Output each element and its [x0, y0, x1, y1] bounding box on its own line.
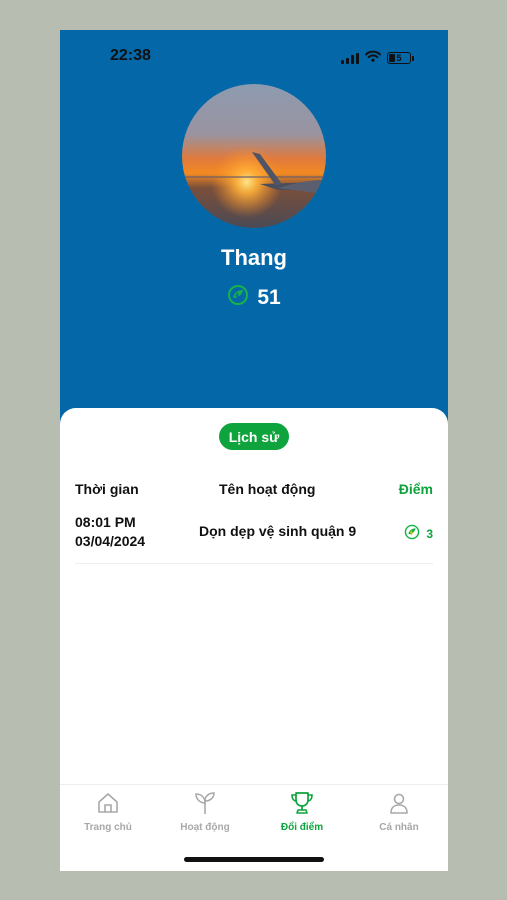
phone-screen: 22:38 5 Thang 51 Lịch sử Thời gian Tên h…	[60, 30, 448, 871]
column-header-points: Điểm	[398, 481, 433, 497]
points-value: 51	[257, 286, 281, 309]
home-indicator	[184, 857, 324, 862]
history-table-header: Thời gian Tên hoạt động Điểm	[75, 481, 433, 501]
row-time: 08:01 PM	[75, 514, 136, 530]
home-icon	[95, 790, 121, 819]
tab-redeem-points[interactable]: Đổi điểm	[262, 790, 342, 833]
points-balance: 51	[60, 284, 448, 312]
history-sheet: Lịch sử Thời gian Tên hoạt động Điểm 08:…	[60, 408, 448, 871]
status-icons: 5	[341, 49, 414, 67]
status-bar: 22:38 5	[60, 30, 448, 80]
bottom-tab-bar: Trang chủ Hoạt động Đổi điểm Cá nhân	[60, 784, 448, 844]
status-time: 22:38	[110, 47, 151, 64]
battery-icon: 5	[387, 52, 414, 64]
column-header-time: Thời gian	[75, 481, 139, 497]
profile-header: 22:38 5 Thang 51	[60, 30, 448, 430]
history-tab-button[interactable]: Lịch sử	[219, 423, 289, 450]
battery-level: 5	[396, 53, 402, 63]
row-activity: Dọn dẹp vệ sinh quận 9	[199, 523, 357, 539]
row-points-value: 3	[426, 526, 433, 541]
wifi-icon	[365, 49, 381, 67]
row-datetime: 08:01 PM 03/04/2024	[75, 513, 145, 551]
avatar[interactable]	[182, 84, 326, 228]
sunset-photo-icon	[182, 84, 326, 228]
row-date: 03/04/2024	[75, 533, 146, 549]
table-row[interactable]: 08:01 PM 03/04/2024 Dọn dẹp vệ sinh quận…	[75, 513, 433, 564]
tab-profile[interactable]: Cá nhân	[359, 790, 439, 833]
tab-redeem-points-label: Đổi điểm	[280, 822, 324, 833]
person-icon	[386, 790, 412, 819]
column-header-activity: Tên hoạt động	[219, 481, 316, 497]
tab-profile-label: Cá nhân	[379, 822, 419, 833]
eco-leaf-bolt-icon	[227, 284, 249, 312]
tab-activities[interactable]: Hoạt động	[165, 790, 245, 833]
signal-icon	[341, 52, 359, 64]
tab-home[interactable]: Trang chủ	[68, 790, 148, 833]
trophy-icon	[289, 790, 315, 819]
tab-home-label: Trang chủ	[84, 822, 132, 833]
tab-activities-label: Hoạt động	[180, 822, 230, 833]
sprout-icon	[192, 790, 218, 819]
eco-leaf-bolt-icon	[404, 524, 420, 543]
row-points: 3	[404, 524, 433, 543]
profile-name: Thang	[221, 245, 287, 270]
